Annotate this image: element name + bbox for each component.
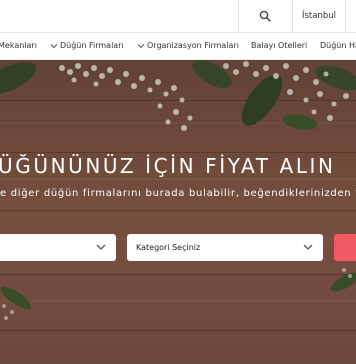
chevron-down-icon [96,244,106,250]
top-bar: İstanbul [0,0,356,32]
nav-item-organization-companies[interactable]: Organizasyon Firmaları [137,33,239,59]
hero-subtitle: e diğer düğün firmalarını burada bulabil… [0,188,356,199]
page: İstanbul Mekanları Düğün Firmaları Organ… [0,0,356,364]
category-select[interactable]: Kategori Seçiniz [127,234,323,261]
divider [345,0,346,32]
nav-item-venues[interactable]: Mekanları [0,33,37,59]
category-select-value: Kategori Seçiniz [136,243,201,252]
nav-item-honeymoon-hotels[interactable]: Balayı Otelleri [251,33,307,59]
search-button[interactable] [238,0,292,32]
nav-item-wedding-more[interactable]: Düğün Ha [320,33,356,59]
nav-item-label: Düğün Firmaları [60,41,124,50]
nav-item-label: Organizasyon Firmaları [147,41,239,50]
nav-item-label: Balayı Otelleri [251,41,308,50]
chevron-down-icon [137,44,145,49]
nav-item-label: Mekanları [0,41,37,50]
hero-section: ÜĞÜNÜNÜZ İÇİN FİYAT ALIN e diğer düğün f… [0,60,356,364]
nav-item-wedding-companies[interactable]: Düğün Firmaları [50,33,124,59]
hero-title: ÜĞÜNÜNÜZ İÇİN FİYAT ALIN [0,154,336,178]
chevron-down-icon [303,244,313,250]
search-icon [259,10,271,22]
hero-overlay [0,60,356,364]
search-submit-button[interactable] [334,234,356,261]
city-selector[interactable]: İstanbul [293,0,345,32]
chevron-down-icon [50,44,58,49]
main-nav: Mekanları Düğün Firmaları Organizasyon F… [0,33,356,60]
nav-item-label: Düğün Ha [320,41,356,50]
location-select[interactable] [0,234,116,261]
